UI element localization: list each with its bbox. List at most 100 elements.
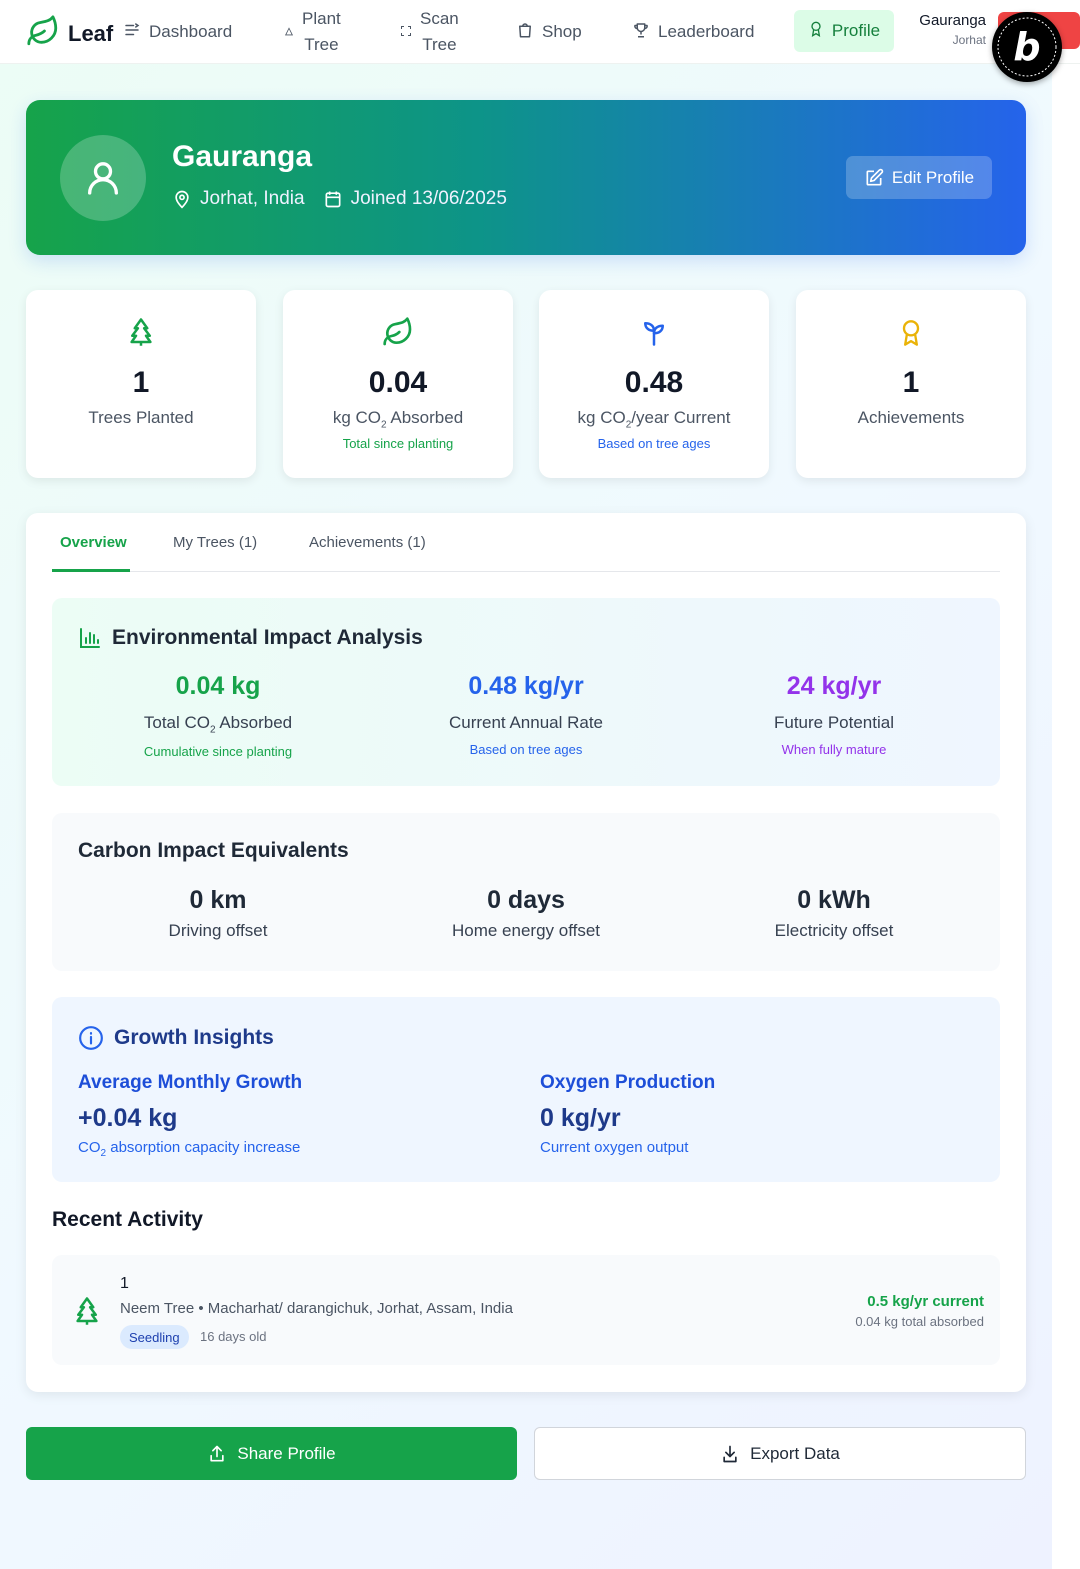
activity-total: 0.04 kg total absorbed [855, 1314, 984, 1329]
profile-panel: Overview My Trees (1) Achievements (1) E… [26, 513, 1026, 1392]
impact-annual-label: Current Annual Rate [448, 713, 604, 732]
download-icon [723, 1445, 737, 1462]
award-icon [902, 320, 920, 346]
activity-description: Neem Tree • Macharhat/ darangichuk, Jorh… [120, 1300, 513, 1317]
equiv-driving: 0 km Driving offset [63, 886, 373, 941]
growth-oxygen-heading: Oxygen Production [540, 1072, 716, 1093]
active-tab-indicator [52, 569, 130, 572]
nav-leaderboard[interactable]: Leaderboard [632, 0, 754, 64]
impact-total-value: 0.04 kg [175, 672, 261, 700]
stat-value: 1 [902, 366, 920, 399]
info-icon [79, 1026, 103, 1050]
scan-icon [400, 22, 412, 42]
nav-user-name: Gauranga [919, 12, 986, 29]
impact-future-sub: When fully mature [781, 742, 887, 757]
share-icon [210, 1445, 225, 1461]
export-data-button[interactable]: Export Data [534, 1427, 1026, 1480]
activity-title: 1 [120, 1275, 129, 1292]
nav-shop-label: Shop [542, 22, 582, 41]
stat-value: 0.04 [368, 366, 428, 399]
equiv-driving-label: Driving offset [168, 921, 268, 940]
tab-my-trees[interactable]: My Trees (1) [173, 513, 257, 571]
impact-future-label: Future Potential [773, 713, 894, 732]
tab-achievements[interactable]: Achievements (1) [309, 513, 426, 571]
award-icon [808, 20, 824, 43]
equivalents-title: Carbon Impact Equivalents [78, 839, 349, 862]
trophy-icon [632, 21, 650, 44]
nav-user-info[interactable]: Gauranga Jorhat [900, 12, 986, 47]
growth-insights-card: Growth Insights Average Monthly Growth +… [52, 997, 1000, 1182]
growth-oxygen-desc: Current oxygen output [540, 1139, 689, 1156]
growth-title: Growth Insights [78, 1025, 274, 1051]
nav-plant-label-2: Tree [304, 35, 339, 54]
profile-hero: Gauranga Jorhat, India Joined 13/06/2025… [26, 100, 1026, 255]
profile-meta: Jorhat, India Joined 13/06/2025 [172, 188, 525, 210]
nav-profile-label: Profile [831, 21, 881, 40]
activity-age: 16 days old [200, 1329, 267, 1344]
nav-scan-label-1: Scan [420, 9, 459, 28]
equiv-home: 0 days Home energy offset [371, 886, 681, 941]
tree-icon [284, 22, 294, 42]
stat-label: Trees Planted [88, 408, 194, 427]
impact-future: 24 kg/yr Future Potential When fully mat… [679, 672, 989, 757]
brand-name: Leaf [68, 20, 114, 46]
nav-scan-tree[interactable]: Scan Tree [400, 0, 459, 64]
sprout-icon [644, 322, 664, 346]
brand[interactable]: Leaf [26, 14, 113, 53]
nav-plant-label-1: Plant [302, 9, 341, 28]
growth-monthly-desc: CO2 absorption capacity increase [78, 1139, 301, 1159]
edit-icon [866, 168, 884, 185]
top-nav: Leaf Dashboard Plant Tree Scan Tree Shop [0, 0, 1080, 82]
nav-profile[interactable]: Profile [794, 10, 894, 52]
status-badge: Seedling [120, 1325, 189, 1349]
nav-dashboard-label: Dashboard [149, 22, 233, 41]
bolt-badge[interactable]: b [992, 12, 1062, 82]
impact-annual-value: 0.48 kg/yr [468, 672, 584, 700]
nav-dashboard[interactable]: Dashboard [123, 0, 232, 64]
impact-annual: 0.48 kg/yr Current Annual Rate Based on … [371, 672, 681, 757]
nav-plant-tree[interactable]: Plant Tree [284, 0, 341, 64]
share-profile-label: Share Profile [237, 1443, 336, 1463]
user-icon [88, 162, 119, 195]
profile-location-text: Jorhat, India [200, 188, 305, 209]
growth-monthly-heading: Average Monthly Growth [78, 1072, 303, 1093]
tab-overview[interactable]: Overview [60, 513, 127, 571]
share-profile-button[interactable]: Share Profile [26, 1427, 517, 1480]
growth-monthly-value: +0.04 kg [78, 1104, 178, 1132]
stat-co2-rate: 0.48 kg CO2/year Current Based on tree a… [539, 290, 769, 478]
equiv-home-value: 0 days [487, 886, 565, 914]
stat-achievements: 1 Achievements [796, 290, 1026, 478]
nav-scan-label-2: Tree [422, 35, 457, 54]
profile-joined-text: Joined 13/06/2025 [350, 188, 507, 209]
impact-total-label: Total CO2 Absorbed [143, 713, 293, 736]
list-item[interactable]: 1 Neem Tree • Macharhat/ darangichuk, Jo… [52, 1255, 1000, 1365]
profile-location: Jorhat, India [172, 188, 305, 210]
growth-oxygen: Oxygen Production 0 kg/yr Current oxygen… [540, 1072, 715, 1156]
stat-trees-planted: 1 Trees Planted [26, 290, 256, 478]
edit-profile-button[interactable]: Edit Profile [846, 156, 992, 199]
nav-shop[interactable]: Shop [516, 0, 582, 64]
stat-label: kg CO2 Absorbed [332, 408, 464, 431]
equiv-electricity-label: Electricity offset [774, 921, 894, 940]
impact-analysis-card: Environmental Impact Analysis 0.04 kg To… [52, 598, 1000, 786]
activity-rate: 0.5 kg/yr current [867, 1293, 984, 1310]
equiv-driving-value: 0 km [189, 886, 247, 914]
equiv-electricity-value: 0 kWh [797, 886, 871, 914]
growth-oxygen-value: 0 kg/yr [540, 1104, 621, 1132]
profile-joined: Joined 13/06/2025 [323, 188, 507, 210]
stat-co2-absorbed: 0.04 kg CO2 Absorbed Total since plantin… [283, 290, 513, 478]
stat-label: Achievements [857, 408, 965, 427]
stat-value: 1 [132, 366, 150, 399]
leaf-logo-icon [26, 14, 60, 53]
bolt-ring-icon [997, 17, 1057, 77]
equiv-electricity: 0 kWh Electricity offset [679, 886, 989, 941]
growth-monthly: Average Monthly Growth +0.04 kg CO2 abso… [78, 1072, 302, 1159]
export-data-label: Export Data [750, 1443, 840, 1463]
stat-sub: Based on tree ages [597, 436, 711, 451]
map-pin-icon [175, 190, 189, 209]
bar-chart-icon [80, 628, 100, 648]
impact-title: Environmental Impact Analysis [78, 626, 423, 650]
equiv-home-label: Home energy offset [451, 921, 601, 940]
impact-total-sub: Cumulative since planting [143, 744, 293, 760]
impact-future-value: 24 kg/yr [786, 672, 882, 700]
